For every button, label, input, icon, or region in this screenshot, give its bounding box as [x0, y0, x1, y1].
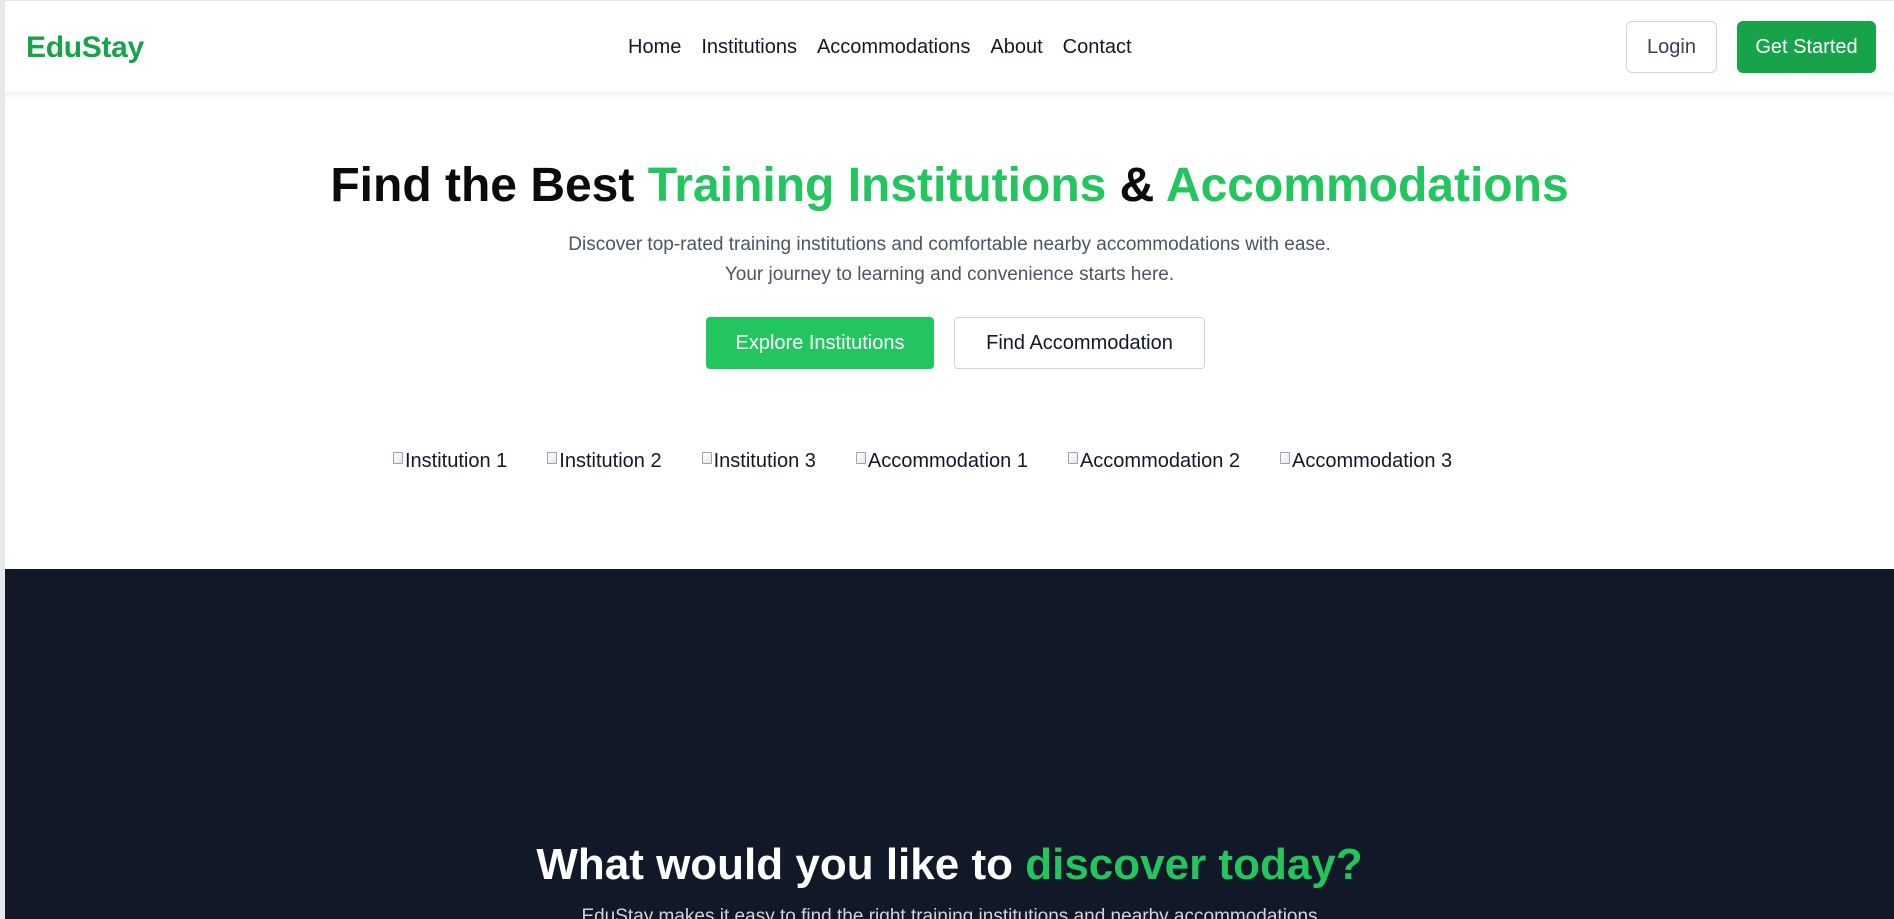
- institution-image-1: Institution 1: [393, 450, 507, 476]
- accommodation-image-2: Accommodation 2: [1067, 450, 1241, 476]
- logo[interactable]: EduStay: [26, 31, 144, 65]
- hero-image-row: Institution 1 Institution 2 Institution …: [393, 450, 1452, 476]
- nav-contact[interactable]: Contact: [1063, 36, 1132, 59]
- image-alt-text: Accommodation 2: [1079, 450, 1241, 472]
- hero-subtitle-line2: Your journey to learning and convenience…: [724, 264, 1175, 285]
- main-nav: Home Institutions Accommodations About C…: [628, 36, 1132, 59]
- hero-subtitle: Discover top-rated training institutions…: [5, 230, 1894, 290]
- image-alt-text: Institution 2: [559, 450, 662, 472]
- institution-image-3: Institution 3: [701, 450, 816, 476]
- page: EduStay Home Institutions Accommodations…: [0, 0, 1894, 919]
- find-accommodation-button[interactable]: Find Accommodation: [954, 317, 1205, 369]
- broken-image-icon: [1280, 452, 1291, 464]
- broken-image-icon: [855, 452, 866, 464]
- nav-institutions[interactable]: Institutions: [701, 36, 797, 59]
- broken-image-icon: [701, 452, 712, 464]
- site-header: EduStay Home Institutions Accommodations…: [5, 0, 1894, 92]
- discover-title: What would you like to discover today?: [5, 840, 1894, 890]
- image-alt-text: Institution 3: [713, 450, 816, 472]
- image-alt-text: Institution 1: [405, 450, 508, 472]
- get-started-button[interactable]: Get Started: [1737, 21, 1876, 73]
- explore-institutions-button[interactable]: Explore Institutions: [706, 317, 934, 369]
- hero-title: Find the Best Training Institutions & Ac…: [5, 158, 1894, 213]
- discover-title-accent: discover today?: [1025, 840, 1363, 889]
- institution-image-2: Institution 2: [547, 450, 662, 476]
- nav-accommodations[interactable]: Accommodations: [817, 36, 970, 59]
- broken-image-icon: [1067, 452, 1078, 464]
- hero-title-accent-institutions: Training Institutions: [647, 159, 1107, 212]
- hero-title-ampersand: &: [1106, 159, 1166, 212]
- hero-title-part1: Find the Best: [330, 159, 648, 212]
- discover-title-part1: What would you like to: [536, 840, 1026, 889]
- accommodation-image-1: Accommodation 1: [855, 450, 1028, 476]
- broken-image-icon: [393, 452, 403, 464]
- accommodation-image-3: Accommodation 3: [1280, 450, 1452, 476]
- login-button[interactable]: Login: [1626, 21, 1717, 73]
- nav-about[interactable]: About: [990, 36, 1042, 59]
- hero-subtitle-line1: Discover top-rated training institutions…: [568, 234, 1331, 255]
- image-alt-text: Accommodation 3: [1292, 450, 1453, 472]
- nav-home[interactable]: Home: [628, 36, 681, 59]
- hero-title-accent-accommodations: Accommodations: [1165, 159, 1569, 212]
- image-alt-text: Accommodation 1: [867, 450, 1028, 472]
- broken-image-icon: [547, 452, 558, 464]
- discover-subtitle: EduStay makes it easy to find the right …: [581, 906, 1318, 919]
